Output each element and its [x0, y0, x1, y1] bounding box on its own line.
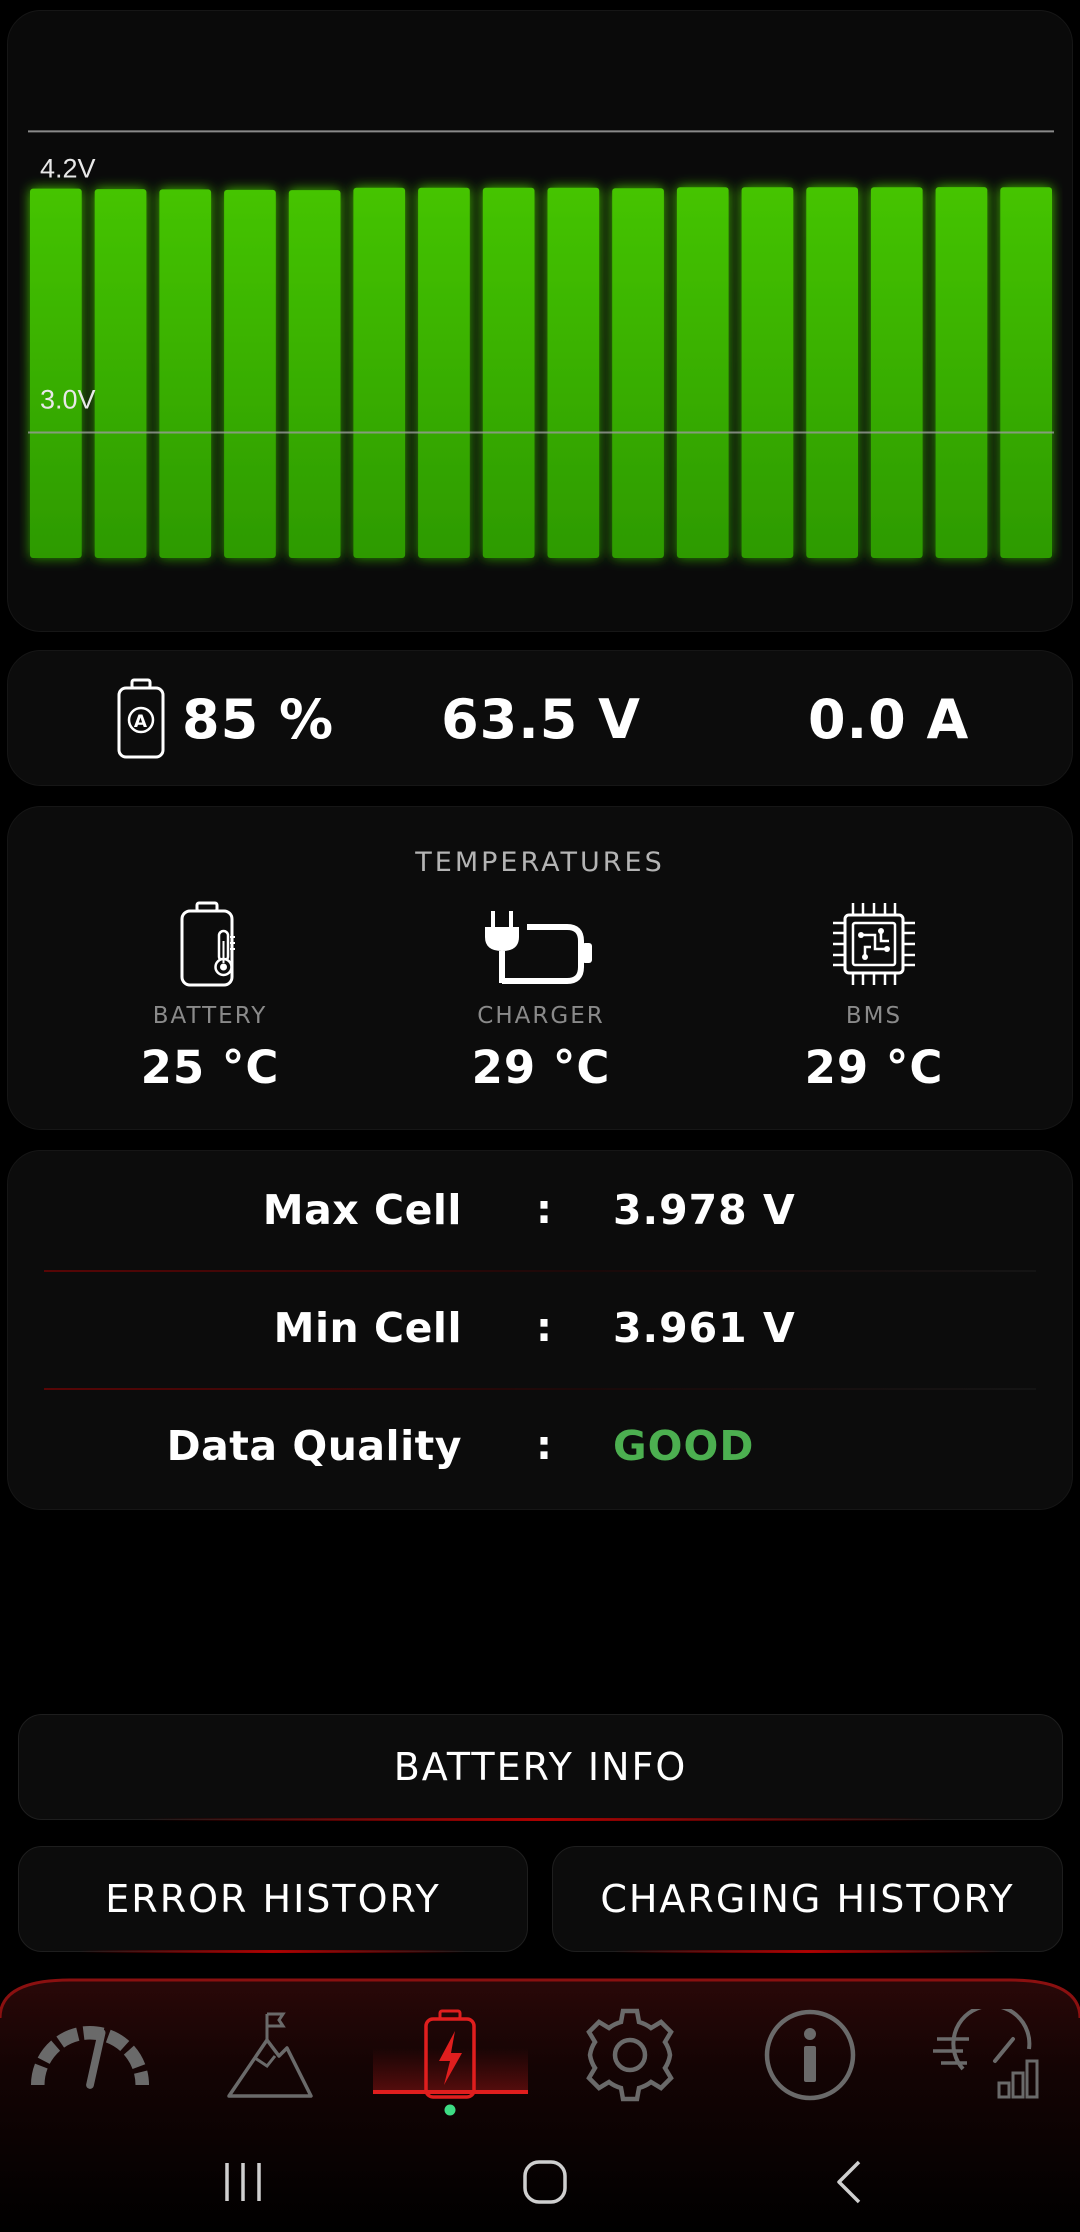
- battery-temperature: BATTERY 25 °C: [60, 897, 360, 1094]
- nav-info[interactable]: [750, 2000, 870, 2110]
- bms-temperature: BMS 29 °C: [724, 897, 1024, 1094]
- max-cell-value: 3.978 V: [613, 1186, 796, 1234]
- battery-temperature-value: 25 °C: [140, 1041, 280, 1094]
- cell-bar-16: [1000, 187, 1052, 559]
- cell-bar-2: [94, 189, 147, 558]
- cell-voltage-chart: 4.2V 3.0V: [28, 130, 1054, 559]
- bms-temperature-label: BMS: [845, 1003, 903, 1029]
- back-icon: [837, 2160, 861, 2204]
- data-quality-value: GOOD: [613, 1422, 755, 1470]
- speedometer-icon: [30, 2025, 150, 2089]
- min-cell-value: 3.961 V: [613, 1304, 796, 1352]
- data-quality-separator: :: [536, 1423, 552, 1469]
- charger-temperature: CHARGER 29 °C: [391, 897, 691, 1094]
- cell-bar-12: [741, 187, 794, 559]
- nav-battery[interactable]: [390, 2000, 510, 2110]
- back-button[interactable]: [808, 2152, 888, 2212]
- nav-statistics[interactable]: [930, 2000, 1050, 2110]
- cell-bar-14: [870, 187, 923, 559]
- chip-icon: [833, 903, 915, 985]
- temperatures-title: TEMPERATURES: [415, 847, 665, 878]
- nav-dashboard[interactable]: [30, 2000, 150, 2110]
- temperatures-card: TEMPERATURES BATTERY 25 °C CHARGER 29 °C…: [7, 806, 1073, 1130]
- error-history-button[interactable]: ERROR HISTORY: [18, 1846, 528, 1953]
- cell-bar-3: [159, 189, 212, 558]
- info-icon: [764, 2009, 856, 2101]
- voltage-value: 63.5 V: [441, 687, 641, 751]
- upper-limit-label: 4.2V: [40, 153, 96, 183]
- nav-trips[interactable]: [210, 2000, 330, 2110]
- battery-stats-card: A 85 % 63.5 V 0.0 A: [7, 650, 1073, 786]
- home-button[interactable]: [505, 2152, 585, 2212]
- gear-icon: [586, 2008, 674, 2102]
- min-cell-separator: :: [536, 1305, 552, 1351]
- cell-bar-1: [30, 188, 82, 558]
- max-cell-label: Max Cell: [262, 1186, 462, 1234]
- current-stat: 0.0 A: [808, 651, 969, 787]
- current-value: 0.0 A: [808, 687, 970, 751]
- lower-limit-label: 3.0V: [40, 385, 96, 415]
- cell-voltage-card: 4.2V 3.0V: [7, 10, 1073, 632]
- cell-bar-9: [547, 187, 600, 559]
- charger-temperature-value: 29 °C: [471, 1041, 611, 1094]
- battery-thermometer-icon: [180, 901, 235, 987]
- cell-info-card: Max Cell : 3.978 V Min Cell : 3.961 V Da…: [7, 1150, 1073, 1510]
- battery-bolt-icon: [424, 2009, 476, 2099]
- cell-bar-6: [353, 187, 406, 559]
- battery-temperature-label: BATTERY: [152, 1003, 268, 1029]
- cell-bar-5: [288, 190, 341, 558]
- data-quality-label: Data Quality: [166, 1422, 462, 1470]
- battery-info-button[interactable]: BATTERY INFO: [18, 1714, 1063, 1821]
- max-cell-row: Max Cell : 3.978 V: [8, 1151, 1072, 1269]
- speed-stats-icon: [933, 2009, 1039, 2099]
- charger-temperature-label: CHARGER: [477, 1003, 605, 1029]
- plug-battery-icon: [485, 911, 592, 984]
- data-quality-row: Data Quality : GOOD: [8, 1387, 1072, 1505]
- recents-icon: [225, 2163, 261, 2201]
- cell-bar-4: [224, 189, 276, 558]
- cell-bar-10: [612, 188, 664, 559]
- home-icon: [523, 2160, 567, 2204]
- min-cell-label: Min Cell: [273, 1304, 462, 1352]
- nav-settings[interactable]: [570, 2000, 690, 2110]
- cell-bar-13: [806, 187, 858, 559]
- mountain-flag-icon: [227, 2012, 313, 2098]
- cell-bar-7: [418, 187, 470, 559]
- max-cell-separator: :: [536, 1187, 552, 1233]
- recents-button[interactable]: [203, 2152, 283, 2212]
- bms-temperature-value: 29 °C: [804, 1041, 944, 1094]
- cell-bar-8: [482, 187, 535, 559]
- cell-bar-15: [935, 187, 988, 558]
- min-cell-row: Min Cell : 3.961 V: [8, 1269, 1072, 1387]
- charging-history-button[interactable]: CHARGING HISTORY: [552, 1846, 1063, 1953]
- cell-bar-11: [676, 187, 729, 559]
